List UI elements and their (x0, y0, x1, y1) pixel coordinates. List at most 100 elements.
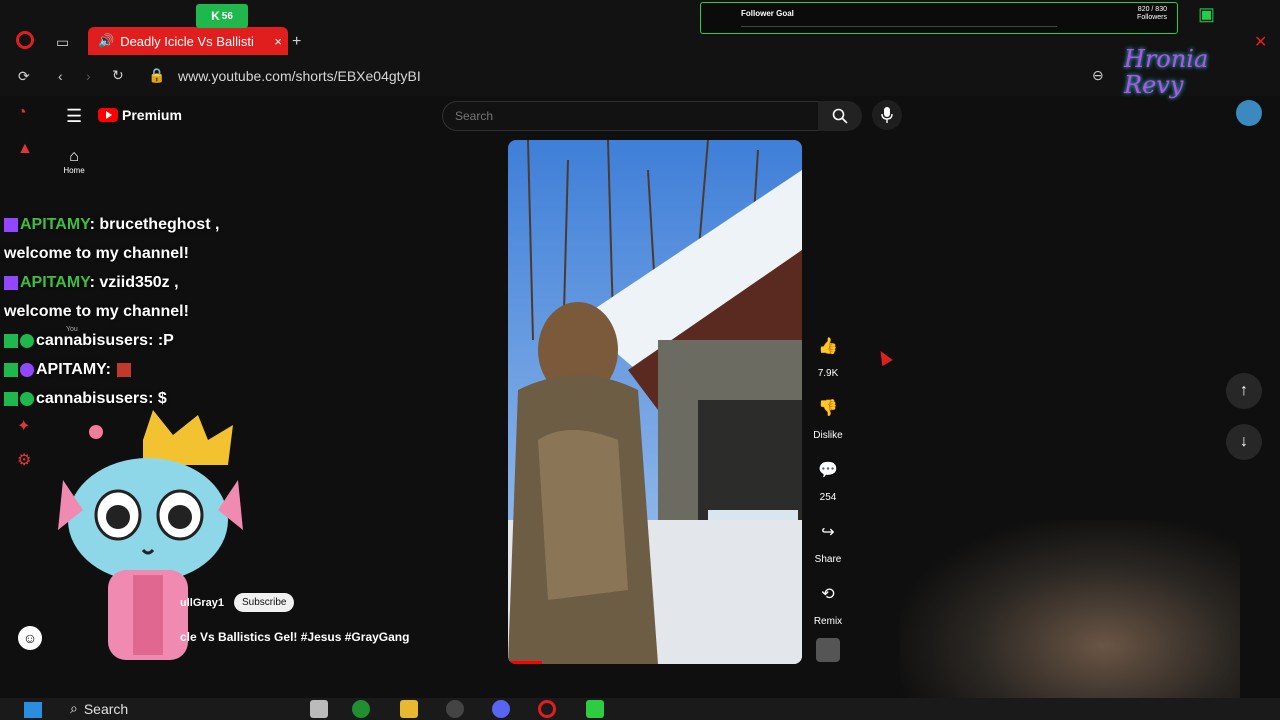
dislike-label: Dislike (813, 430, 843, 441)
brand-logo: Hronia Revy (1124, 45, 1209, 99)
menu-icon[interactable]: ☰ (66, 106, 82, 127)
kick-badge-icon (4, 391, 18, 406)
opera-logo-icon[interactable] (16, 31, 34, 49)
follower-goal-count: 820 / 830 Followers (1137, 6, 1167, 22)
url-field[interactable]: www.youtube.com/shorts/EBXe04gtyBI (178, 68, 421, 84)
sound-thumbnail[interactable] (816, 638, 840, 662)
kick-badge-icon (4, 362, 18, 377)
reload-icon[interactable]: ↻ (112, 67, 124, 84)
search-input[interactable] (453, 108, 757, 124)
like-count: 7.9K (817, 368, 839, 379)
home-label: Home (63, 166, 85, 175)
mascot-character (58, 410, 243, 660)
lock-icon: 🔒 (148, 67, 166, 83)
arrow-up-icon: ↑ (1240, 382, 1248, 399)
follower-goal-value: 820 / 830 (1137, 6, 1167, 13)
extensions-icon[interactable]: ✦ (17, 416, 35, 435)
taskbar-search[interactable]: ⌕ Search (70, 700, 128, 717)
previous-video-button[interactable]: ↑ (1226, 373, 1262, 409)
xbox-icon[interactable] (352, 700, 370, 718)
emote-icon (116, 362, 131, 377)
chat-user: cannabisusers (36, 332, 149, 349)
search-icon: ⌕ (70, 700, 78, 716)
speaker-icon: 🔊 (98, 33, 115, 48)
comment-count: 254 (819, 492, 837, 503)
task-view-icon[interactable] (310, 700, 328, 718)
twitch-badge-icon (4, 275, 18, 290)
emoji-button[interactable]: ☺ (18, 626, 42, 650)
voice-search-button[interactable] (872, 100, 902, 130)
media-app-icon[interactable] (586, 700, 604, 718)
chat-user: APITAMY (20, 216, 90, 233)
subscribe-button[interactable]: Subscribe (234, 593, 295, 612)
thumbs-down-icon: 👎 (818, 400, 838, 417)
settings-icon[interactable]: ⚙ (17, 450, 35, 469)
comment-icon: 💬 (818, 462, 838, 479)
webcam-feed (900, 520, 1240, 700)
tab-active[interactable]: 🔊 Deadly Icicle Vs Ballisti × (88, 27, 288, 55)
window-close-icon[interactable]: ✕ (1254, 32, 1267, 52)
next-video-button[interactable]: ↓ (1226, 424, 1262, 460)
tab-title: Deadly Icicle Vs Ballisti (120, 33, 254, 49)
obs-icon[interactable] (446, 700, 464, 718)
close-tab-icon[interactable]: × (274, 34, 282, 49)
forward-icon[interactable]: › (86, 68, 91, 84)
video-progress[interactable] (508, 661, 542, 664)
file-explorer-icon[interactable] (400, 700, 418, 718)
remix-button[interactable]: ⟲ Remix (808, 576, 848, 627)
chat-line: welcome to my channel! (4, 303, 189, 321)
kick-count-badge: K 56 (196, 4, 248, 28)
avatar[interactable] (1236, 100, 1262, 126)
aria-icon[interactable]: ▲ (17, 140, 35, 158)
verified-badge-icon (20, 391, 34, 406)
chat-message: : (105, 361, 111, 378)
search-icon (832, 108, 848, 124)
arrow-down-icon: ↓ (1240, 433, 1248, 450)
remix-label: Remix (813, 616, 843, 627)
twitch-badge-icon (4, 217, 18, 232)
comments-button[interactable]: 💬 254 (808, 452, 848, 503)
chat-line: cannabisusers: :P (4, 332, 174, 350)
moderator-badge-icon (20, 362, 34, 377)
share-button[interactable]: ↪ Share (808, 514, 848, 565)
discord-icon[interactable] (492, 700, 510, 718)
like-button[interactable]: 👍 7.9K (808, 328, 848, 379)
nav-home[interactable]: ⌂ Home (62, 148, 86, 175)
chat-message: : $ (148, 390, 167, 407)
chat-line: cannabisusers: $ (4, 390, 167, 408)
chat-message: welcome to my channel! (4, 303, 189, 320)
remix-icon: ⟲ (821, 586, 835, 603)
opera-taskbar-icon[interactable] (538, 700, 556, 718)
dislike-button[interactable]: 👎 Dislike (808, 390, 848, 441)
youtube-brand-label: Premium (122, 107, 182, 123)
history-icon[interactable]: ◔ (17, 104, 35, 122)
tab-manager-icon[interactable]: ▭ (56, 34, 69, 51)
thumbs-up-icon: 👍 (818, 338, 838, 355)
back-icon[interactable]: ‹ (58, 68, 63, 84)
shorts-video-player[interactable] (508, 140, 802, 664)
video-title[interactable]: cle Vs Ballistics Gel! #Jesus #GrayGang (180, 630, 409, 644)
verified-badge-icon (20, 333, 34, 348)
opera-sidebar (0, 96, 52, 676)
chat-line: APITAMY: vziid350z , (4, 274, 179, 292)
home-icon: ⌂ (69, 148, 79, 165)
channel-name[interactable]: ullGray1 (180, 597, 224, 609)
chat-line: welcome to my channel! (4, 245, 189, 263)
youtube-play-icon (98, 108, 118, 122)
zoom-out-icon[interactable]: ⊖ (1092, 67, 1104, 84)
video-frame (508, 140, 802, 664)
new-tab-button[interactable]: + (292, 33, 301, 51)
chat-user: APITAMY (36, 361, 106, 378)
taskbar-search-label: Search (83, 700, 129, 717)
windows-start-icon[interactable] (24, 702, 42, 718)
share-icon: ↪ (821, 524, 835, 541)
search-button[interactable] (818, 101, 862, 131)
chat-message: : :P (148, 332, 174, 349)
youtube-logo[interactable]: Premium (98, 107, 182, 123)
kick-badge-icon (4, 333, 18, 348)
chat-user: APITAMY (20, 274, 90, 291)
reload-side-icon[interactable]: ⟳ (18, 68, 30, 85)
share-label: Share (814, 554, 842, 565)
chat-message: welcome to my channel! (4, 245, 189, 262)
follower-goal-bar: Follower Goal 820 / 830 Followers (700, 2, 1178, 34)
